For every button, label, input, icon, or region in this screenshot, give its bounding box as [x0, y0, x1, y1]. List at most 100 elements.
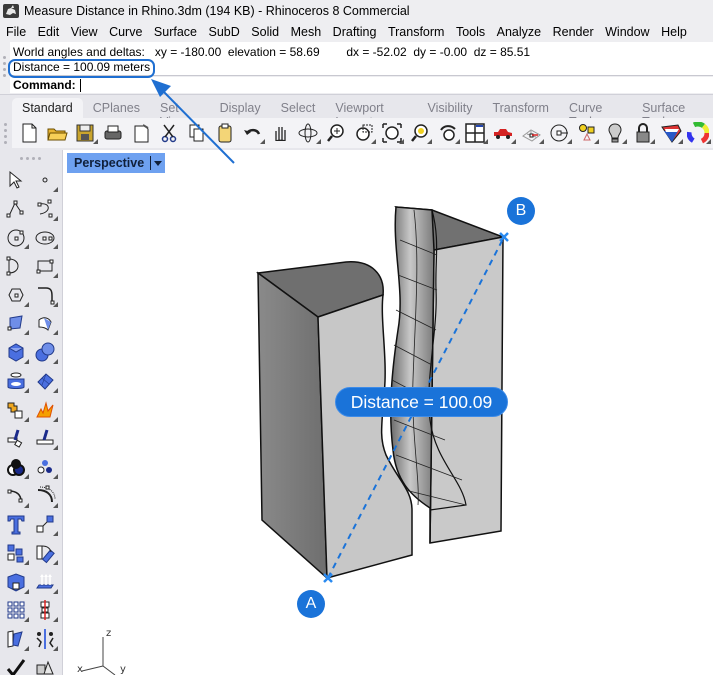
boolean-points-button[interactable]	[31, 453, 59, 481]
viewport-tab[interactable]: Perspective	[67, 153, 166, 173]
menu-render[interactable]: Render	[553, 25, 594, 39]
menu-curve[interactable]: Curve	[109, 25, 142, 39]
tab-display[interactable]: Display	[210, 98, 271, 118]
curve-cv-button[interactable]	[31, 195, 59, 223]
flyout-indicator-icon	[482, 139, 488, 144]
import-button[interactable]	[128, 120, 155, 146]
split-button[interactable]	[31, 424, 59, 452]
boolean-union-button[interactable]	[2, 453, 30, 481]
menu-edit[interactable]: Edit	[38, 25, 60, 39]
open-folder-button[interactable]	[44, 120, 71, 146]
rotate-button[interactable]	[31, 539, 59, 567]
tab-cplanes[interactable]: CPlanes	[83, 98, 150, 118]
text-button[interactable]	[2, 510, 30, 538]
scale-handle-button[interactable]	[31, 510, 59, 538]
zoom-selected-button[interactable]	[406, 120, 433, 146]
tab-visibility[interactable]: Visibility	[418, 98, 483, 118]
menu-tools[interactable]: Tools	[456, 25, 485, 39]
undo-view-button[interactable]	[434, 120, 461, 146]
menu-solid[interactable]: Solid	[251, 25, 279, 39]
cut-button[interactable]	[155, 120, 182, 146]
tab-standard[interactable]: Standard	[12, 98, 83, 118]
menu-file[interactable]: File	[6, 25, 26, 39]
side-toolbar-grip[interactable]	[20, 157, 44, 160]
save-button[interactable]	[72, 120, 99, 146]
print-button[interactable]	[100, 120, 127, 146]
solid-primitives-button[interactable]	[31, 654, 59, 675]
menu-transform[interactable]: Transform	[388, 25, 445, 39]
command-prompt[interactable]: Command:	[10, 77, 713, 93]
sphere-button[interactable]	[31, 338, 59, 366]
menu-view[interactable]: View	[71, 25, 98, 39]
lock-button[interactable]	[629, 120, 656, 146]
flyout-indicator-icon	[92, 139, 98, 144]
menu-drafting[interactable]: Drafting	[333, 25, 377, 39]
check-button[interactable]	[2, 654, 30, 675]
menu-subd[interactable]: SubD	[209, 25, 240, 39]
material-button[interactable]	[657, 120, 684, 146]
paste-button[interactable]	[211, 120, 238, 146]
menu-help[interactable]: Help	[661, 25, 687, 39]
array-button[interactable]	[2, 596, 30, 624]
flyout-indicator-icon	[566, 139, 572, 144]
command-history-line: World angles and deltas: xy = -180.00 el…	[13, 45, 531, 59]
light-bulb-button[interactable]	[601, 120, 628, 146]
car-render-button[interactable]	[490, 120, 517, 146]
tab-surface-tools[interactable]: Surface Tools	[632, 98, 713, 129]
pan-hand-button[interactable]	[267, 120, 294, 146]
object-props-button[interactable]	[574, 120, 601, 146]
tab-curve-tools[interactable]: Curve Tools	[559, 98, 632, 129]
solid-cap-button[interactable]	[2, 568, 30, 596]
four-viewports-button[interactable]	[462, 120, 489, 146]
point-on-curve-button[interactable]	[546, 120, 573, 146]
zoom-button[interactable]	[323, 120, 350, 146]
flow-button[interactable]	[31, 625, 59, 653]
tab-viewport-layout[interactable]: Viewport Layout	[325, 98, 417, 129]
zoom-window-button[interactable]	[351, 120, 378, 146]
menu-analyze[interactable]: Analyze	[497, 25, 541, 39]
offset-curve-button[interactable]	[2, 482, 30, 510]
axis-y-label: y	[120, 664, 126, 675]
color-wheel-button[interactable]	[685, 120, 712, 146]
mirror-button[interactable]	[2, 625, 30, 653]
trim-button[interactable]	[2, 424, 30, 452]
menu-surface[interactable]: Surface	[154, 25, 197, 39]
polygon-button[interactable]	[2, 281, 30, 309]
align-button[interactable]	[31, 596, 59, 624]
zoom-extents-button[interactable]	[378, 120, 405, 146]
group-button[interactable]	[2, 539, 30, 567]
flyout-indicator-icon	[24, 502, 29, 508]
point-button[interactable]	[31, 166, 59, 194]
copy-button[interactable]	[183, 120, 210, 146]
tab-transform[interactable]: Transform	[482, 98, 559, 118]
rectangle-button[interactable]	[31, 252, 59, 280]
new-file-button[interactable]	[16, 120, 43, 146]
puzzle-button[interactable]	[2, 396, 30, 424]
ellipse-button[interactable]	[31, 223, 59, 251]
toolbar-grip[interactable]	[4, 123, 8, 147]
surface-mesh-button[interactable]	[31, 367, 59, 395]
offset-arc-button[interactable]	[31, 482, 59, 510]
menu-window[interactable]: Window	[605, 25, 649, 39]
grid-snap-button[interactable]	[518, 120, 545, 146]
circle-button[interactable]	[2, 223, 30, 251]
cylinder-button[interactable]	[2, 367, 30, 395]
rotate-view-button[interactable]	[295, 120, 322, 146]
flyout-indicator-icon	[455, 139, 460, 144]
explode-button[interactable]	[31, 396, 59, 424]
command-grip[interactable]	[3, 56, 7, 86]
undo-button[interactable]	[239, 120, 266, 146]
surface-edge-button[interactable]	[31, 309, 59, 337]
fillet-curve-button[interactable]	[31, 281, 59, 309]
arc-button[interactable]	[2, 252, 30, 280]
tab-select[interactable]: Select	[271, 98, 326, 118]
text-caret	[79, 78, 81, 92]
extrude-button[interactable]	[31, 568, 59, 596]
surface-corner-button[interactable]	[2, 309, 30, 337]
box-button[interactable]	[2, 338, 30, 366]
viewport-menu-dropdown-icon[interactable]	[154, 160, 163, 166]
tab-set-view[interactable]: Set View	[150, 98, 210, 129]
select-arrow-button[interactable]	[2, 166, 30, 194]
menu-mesh[interactable]: Mesh	[291, 25, 322, 39]
polyline-button[interactable]	[2, 195, 30, 223]
